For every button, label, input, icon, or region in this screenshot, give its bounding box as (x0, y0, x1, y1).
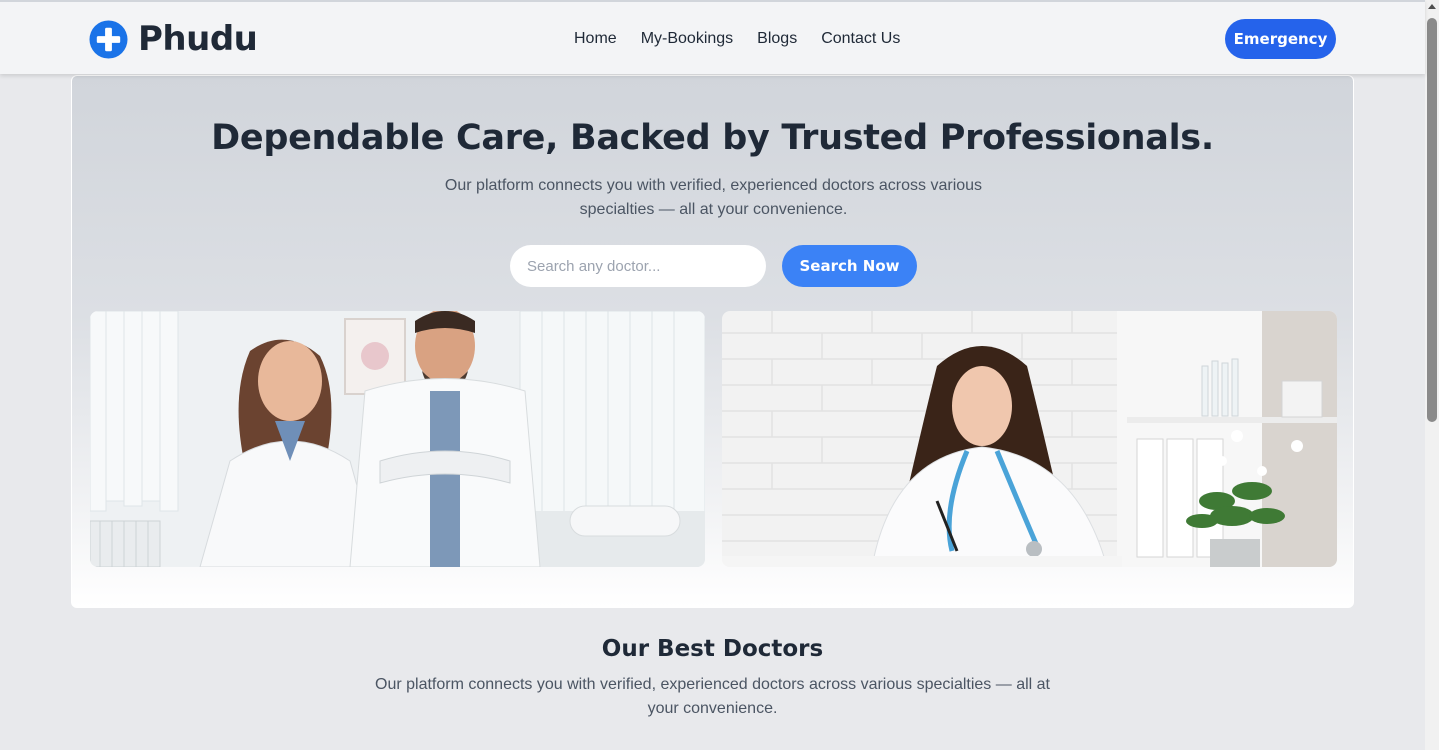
hero-section: Dependable Care, Backed by Trusted Profe… (71, 75, 1354, 608)
hero-image-doctors (90, 311, 705, 567)
search-now-button[interactable]: Search Now (782, 245, 917, 287)
doctor-writing-photo (722, 311, 1337, 567)
scroll-up-arrow-icon[interactable] (1428, 4, 1436, 9)
best-doctors-subtitle: Our platform connects you with verified,… (375, 676, 1050, 717)
scrollbar-thumb[interactable] (1427, 18, 1437, 422)
brand-name: Phudu (138, 19, 258, 59)
medical-cross-icon (89, 19, 128, 59)
best-doctors-title: Our Best Doctors (601, 636, 824, 662)
navbar: Phudu Home My-Bookings Blogs Contact Us … (0, 0, 1425, 74)
nav-link-blogs[interactable]: Blogs (757, 30, 797, 48)
nav-link-home[interactable]: Home (574, 30, 617, 48)
hero-image-doctor-writing (722, 311, 1337, 567)
doctors-photo (90, 311, 705, 567)
nav-menu: Home My-Bookings Blogs Contact Us (574, 30, 900, 48)
hero-title: Dependable Care, Backed by Trusted Profe… (211, 118, 1214, 158)
hero-subtitle: Our platform connects you with verified,… (444, 177, 983, 218)
doctor-search-input[interactable] (510, 245, 766, 287)
nav-link-contact-us[interactable]: Contact Us (821, 30, 900, 48)
page-scrollbar[interactable] (1425, 0, 1439, 750)
emergency-button[interactable]: Emergency (1225, 19, 1336, 59)
nav-link-my-bookings[interactable]: My-Bookings (641, 30, 733, 48)
logo[interactable]: Phudu (89, 19, 258, 59)
